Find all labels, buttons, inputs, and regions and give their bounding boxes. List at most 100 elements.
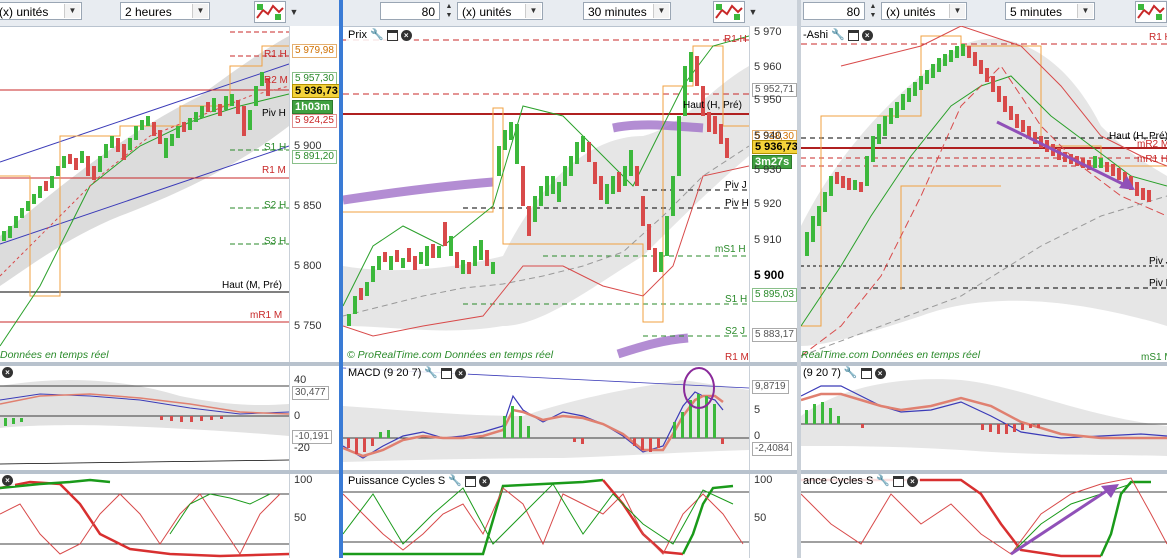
price-tag: 5 924,25 <box>292 114 337 128</box>
bar-count-input[interactable]: 80 <box>380 2 440 20</box>
middle-price-chart[interactable]: R1 H Haut (H, Pré) Piv J Piv H mS1 H S1 … <box>343 26 749 362</box>
middle-cycles-header: Puissance Cycles S 🔧 × <box>346 475 492 487</box>
period-value: 5 minutes <box>1010 5 1063 19</box>
y-tick-label: 0 <box>754 430 761 442</box>
wrench-icon[interactable]: 🔧 <box>844 367 858 379</box>
chevron-down-icon[interactable]: ▼ <box>525 4 541 18</box>
bar-count-input[interactable]: 80 <box>803 2 865 20</box>
middle-chart-pane: 80 ▲ ▼ (x) unités ▼ 30 minutes ▼ ▼ R1 H … <box>343 0 801 558</box>
y-tick-label: 100 <box>294 474 313 486</box>
period-select[interactable]: 2 heures ▼ <box>120 2 210 20</box>
right-chart-pane: 80 ▲ ▼ (x) unités ▼ 5 minutes ▼ R1 Haut … <box>801 0 1167 558</box>
period-value: 30 minutes <box>588 5 647 19</box>
level-label: S1 H <box>264 142 286 153</box>
right-macd-chart[interactable] <box>801 366 1167 470</box>
y-tick-label: 5 750 <box>294 320 322 332</box>
chevron-down-icon[interactable]: ▼ <box>1077 4 1093 18</box>
maximize-icon[interactable] <box>441 367 453 379</box>
wrench-icon[interactable]: 🔧 <box>876 475 890 487</box>
close-icon[interactable]: × <box>2 367 13 378</box>
units-value: (x) unités <box>0 5 49 19</box>
price-tag: 5 895,03 <box>752 288 797 302</box>
spinner-arrows-icon[interactable]: ▲ ▼ <box>443 2 455 20</box>
close-icon[interactable]: × <box>455 367 467 379</box>
left-price-chart[interactable]: R1 H R2 M Piv H S1 H R1 M S2 H S3 H Haut… <box>0 26 289 366</box>
left-macd-chart[interactable] <box>0 366 289 470</box>
chevron-down-icon[interactable]: ▼ <box>192 4 208 18</box>
close-icon[interactable]: × <box>861 29 873 41</box>
level-label: R1 H <box>264 49 287 60</box>
indicators-chart-icon[interactable] <box>1135 1 1167 23</box>
level-label: S3 H <box>264 236 286 247</box>
y-tick-label: 5 850 <box>294 200 322 212</box>
wrench-icon[interactable]: 🔧 <box>831 29 845 41</box>
close-icon[interactable]: × <box>907 475 919 487</box>
level-label: R1 H <box>1149 32 1167 43</box>
level-label: S2 H <box>264 200 286 211</box>
units-select[interactable]: (x) unités ▼ <box>457 2 543 20</box>
y-tick-label: 5 920 <box>754 198 782 210</box>
right-price-chart[interactable]: R1 H Haut (H, Pré) mR2 M mR1 H Piv J Piv… <box>801 26 1167 362</box>
y-tick-label: 100 <box>754 474 773 486</box>
maximize-icon[interactable] <box>464 475 476 487</box>
level-label: mR1 H <box>1137 154 1167 165</box>
y-tick-label: 5 <box>754 404 761 416</box>
indicators-chart-icon[interactable] <box>713 1 745 23</box>
units-select[interactable]: (x) unités ▼ <box>0 2 82 20</box>
level-label: S1 H <box>725 294 747 305</box>
period-select[interactable]: 5 minutes ▼ <box>1005 2 1095 20</box>
level-label: Haut (M, Pré) <box>222 280 282 291</box>
right-price-header: -Ashi 🔧 × <box>801 29 875 41</box>
close-icon[interactable]: × <box>478 475 490 487</box>
level-label: Piv H <box>725 198 749 209</box>
close-icon[interactable]: × <box>2 475 13 486</box>
indicators-chart-icon[interactable] <box>254 1 286 23</box>
price-tag: 5 891,20 <box>292 150 337 164</box>
close-icon[interactable]: × <box>400 29 412 41</box>
spinner-arrows-icon[interactable]: ▲ ▼ <box>867 2 879 20</box>
left-toolbar: (x) unités ▼ 2 heures ▼ ▼ <box>0 0 341 27</box>
chevron-down-icon[interactable]: ▼ <box>287 2 301 22</box>
wrench-icon[interactable]: 🔧 <box>448 475 462 487</box>
y-tick-label: 5 970 <box>754 26 782 38</box>
level-label: Piv H <box>1149 278 1167 289</box>
units-value: (x) unités <box>462 5 512 19</box>
maximize-icon[interactable] <box>386 29 398 41</box>
cycles-panel-title: Puissance Cycles S <box>348 475 446 487</box>
close-icon[interactable]: × <box>874 367 886 379</box>
left-cycles-header: × <box>0 475 15 486</box>
maximize-icon[interactable] <box>893 475 905 487</box>
bar-count-value: 80 <box>846 5 860 19</box>
level-label: mS1 H <box>715 244 746 255</box>
chevron-down-icon[interactable]: ▼ <box>64 4 80 18</box>
level-label: mR2 M <box>1137 139 1167 150</box>
realtime-credit: Données en temps réel <box>0 349 109 361</box>
maximize-icon[interactable] <box>860 367 872 379</box>
candle-timer-tag: 1h03m <box>292 100 333 114</box>
left-macd-header: × <box>0 367 15 378</box>
y-tick-label: 5 800 <box>294 260 322 272</box>
y-tick-label: 5 900 <box>294 140 322 152</box>
price-tag: 5 883,17 <box>752 328 797 342</box>
macd-value-tag: -2,4084 <box>752 442 792 456</box>
level-label: Piv J <box>1149 256 1167 267</box>
level-label: R1 M <box>725 352 749 362</box>
wrench-icon[interactable]: 🔧 <box>424 367 438 379</box>
chevron-down-icon[interactable]: ▼ <box>746 2 760 22</box>
price-panel-title: Prix <box>348 29 367 41</box>
wrench-icon[interactable]: 🔧 <box>370 29 384 41</box>
bar-count-value: 80 <box>421 5 435 19</box>
chevron-down-icon[interactable]: ▼ <box>949 4 965 18</box>
middle-macd-chart[interactable] <box>343 366 749 470</box>
macd-panel-title: MACD (9 20 7) <box>348 367 422 379</box>
maximize-icon[interactable] <box>847 29 859 41</box>
level-label: mS1 M <box>1141 352 1167 362</box>
period-select[interactable]: 30 minutes ▼ <box>583 2 671 20</box>
chevron-down-icon[interactable]: ▼ <box>653 4 669 18</box>
macd-value-tag: 9,8719 <box>752 380 789 394</box>
y-tick-label: 50 <box>754 512 767 524</box>
units-value: (x) unités <box>886 5 936 19</box>
last-price-tag: 5 936,73 <box>292 84 341 98</box>
left-cycles-chart[interactable] <box>0 474 289 558</box>
units-select[interactable]: (x) unités ▼ <box>881 2 967 20</box>
